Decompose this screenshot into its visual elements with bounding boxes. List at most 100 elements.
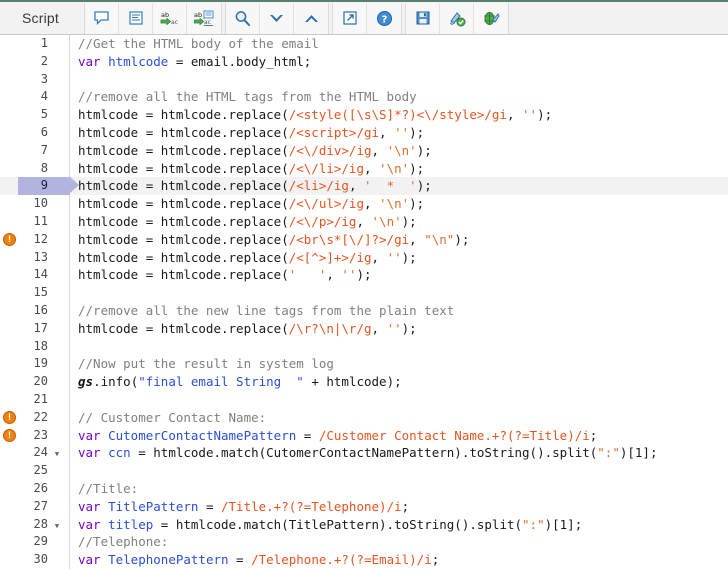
help-icon-button[interactable]: ? [367, 2, 401, 34]
code-token: '\n' [371, 213, 402, 229]
save-icon-button[interactable] [406, 2, 440, 34]
code-token: //remove all the HTML tags from the HTML… [78, 89, 417, 105]
code-line[interactable]: 20 gs.info("final email String " + htmlco… [0, 373, 728, 391]
line-number: 11 [33, 213, 48, 228]
code-line[interactable]: 5 htmlcode = htmlcode.replace(/<style([\s… [0, 106, 728, 124]
chevron-down-icon-button[interactable] [260, 2, 294, 34]
comment-icon-button[interactable] [85, 2, 119, 34]
code-line[interactable]: 21 [0, 391, 728, 409]
popout-icon [342, 11, 357, 25]
code-token: htmlcode = htmlcode.replace( [78, 231, 289, 247]
code-line-text: // Customer Contact Name: [78, 409, 266, 427]
code-token: "final email String " [138, 374, 304, 390]
debug-icon [484, 11, 500, 25]
replace-icon-button[interactable]: ab ac [153, 2, 187, 34]
code-line[interactable]: 13 htmlcode = htmlcode.replace(/<[^>]+>/i… [0, 249, 728, 267]
syntax-check-icon [449, 11, 465, 26]
code-token: '\n' [386, 142, 417, 158]
replace-all-icon-button[interactable]: ab ac [187, 2, 221, 34]
code-line[interactable]: ! 23 var CutomerContactNamePattern = /Cust… [0, 427, 728, 445]
code-line[interactable]: 30 var TelephonePattern = /Telephone.+?(?… [0, 551, 728, 569]
code-line[interactable]: 1 //Get the HTML body of the email [0, 35, 728, 53]
line-number: 7 [40, 142, 48, 157]
code-line[interactable]: 27 var TitlePattern = /Title.+?(?=Telepho… [0, 498, 728, 516]
comment-icon [94, 11, 109, 26]
code-lines-container[interactable]: 1 //Get the HTML body of the email 2 var ht… [0, 35, 728, 569]
format-icon-button[interactable] [119, 2, 153, 34]
code-line[interactable]: 17 htmlcode = htmlcode.replace(/\r?\n|\r/… [0, 320, 728, 338]
code-token: var [78, 516, 109, 532]
line-number: 2 [40, 53, 48, 68]
code-token: , [348, 178, 364, 194]
code-token: //Title: [78, 480, 139, 496]
code-line-text: htmlcode = htmlcode.replace(/<style([\s\… [78, 106, 552, 124]
code-line[interactable]: 25 [0, 462, 728, 480]
code-token: htmlcode = htmlcode.replace( [78, 267, 289, 283]
code-token: , [326, 267, 342, 283]
code-line-text: htmlcode = htmlcode.replace(/<[^>]+>/ig,… [78, 249, 417, 267]
code-line[interactable]: 6 htmlcode = htmlcode.replace(/<script>/g… [0, 124, 728, 142]
debug-icon-button[interactable] [474, 2, 508, 34]
line-number: 16 [33, 302, 48, 317]
line-number: 9 [40, 178, 48, 193]
code-token: , [363, 160, 380, 176]
code-line-text: htmlcode = htmlcode.replace(/\r?\n|\r/g,… [78, 320, 417, 338]
syntax-check-icon-button[interactable] [440, 2, 474, 34]
code-token: = email.body_html; [168, 53, 312, 69]
code-line[interactable]: 7 htmlcode = htmlcode.replace(/<\/div>/ig… [0, 142, 728, 160]
code-line[interactable]: 18 [0, 338, 728, 356]
code-token: gs [78, 374, 94, 390]
code-token: htmlcode = htmlcode.replace( [78, 196, 289, 212]
line-number: 10 [33, 196, 48, 211]
code-token: /<[^>]+>/ig [288, 249, 372, 265]
replace-icon: ab ac [160, 11, 177, 26]
chevron-up-icon-button[interactable] [294, 2, 328, 34]
code-line[interactable]: 2 var htmlcode = email.body_html; [0, 53, 728, 71]
code-line[interactable]: ! 22// Customer Contact Name: [0, 409, 728, 427]
code-token: ); [401, 213, 417, 229]
code-token: var [78, 445, 109, 461]
code-line[interactable]: 10 htmlcode = htmlcode.replace(/<\/ul>/ig… [0, 195, 728, 213]
code-token: ); [409, 196, 425, 212]
code-token: ccn [108, 445, 131, 461]
line-number: 1 [40, 36, 48, 50]
code-line[interactable]: 16 //remove all the new line tags from th… [0, 302, 728, 320]
code-token: '' [341, 267, 357, 283]
code-token: = [198, 498, 221, 514]
code-line[interactable]: 28 ▼ var titlep = htmlcode.match(TitlePatt… [0, 516, 728, 534]
code-line[interactable]: 26 //Title: [0, 480, 728, 498]
code-line[interactable]: 3 [0, 71, 728, 89]
line-number: 19 [33, 356, 48, 371]
line-number: 3 [40, 71, 48, 86]
popout-icon-button[interactable] [333, 2, 367, 34]
code-token: var [78, 552, 109, 568]
code-token: /<style([\s\S]*?)<\/style>/gi [288, 107, 507, 123]
code-line[interactable]: 4 //remove all the HTML tags from the HTM… [0, 88, 728, 106]
code-token: htmlcode = htmlcode.replace( [78, 249, 289, 265]
code-token: /<li>/ig [288, 178, 349, 194]
code-line[interactable]: 15 [0, 284, 728, 302]
code-line[interactable]: 19 //Now put the result in system log [0, 355, 728, 373]
code-line[interactable]: 8 htmlcode = htmlcode.replace(/<\/li>/ig,… [0, 160, 728, 178]
search-icon [235, 10, 250, 26]
code-line[interactable]: 29 //Telephone: [0, 533, 728, 551]
code-token: ":" [597, 445, 620, 461]
code-token: ; [431, 552, 440, 568]
line-number: 5 [40, 107, 48, 122]
code-line[interactable]: 9 htmlcode = htmlcode.replace(/<li>/ig, '… [0, 177, 728, 196]
code-line[interactable]: 14 htmlcode = htmlcode.replace(' ', ''); [0, 266, 728, 284]
code-token: '\n' [379, 196, 410, 212]
code-line-text: htmlcode = htmlcode.replace(/<\/div>/ig,… [78, 142, 432, 160]
code-line[interactable]: ! 12 htmlcode = htmlcode.replace(/<br\s*[\… [0, 231, 728, 249]
code-token: htmlcode = htmlcode.replace( [78, 107, 289, 123]
help-icon: ? [376, 10, 392, 26]
toolbar-group-find [225, 2, 329, 34]
code-line[interactable]: 11 htmlcode = htmlcode.replace(/<\/p>/ig,… [0, 213, 728, 231]
code-token: '' [386, 320, 402, 336]
code-line[interactable]: 24 ▼ var ccn = htmlcode.match(CutomerConta… [0, 444, 728, 462]
code-token: '\n' [379, 160, 410, 176]
search-icon-button[interactable] [226, 2, 260, 34]
code-editor[interactable]: 1 //Get the HTML body of the email 2 var ht… [0, 35, 728, 569]
svg-text:?: ? [381, 14, 387, 25]
code-line-text: //Now put the result in system log [78, 355, 334, 373]
